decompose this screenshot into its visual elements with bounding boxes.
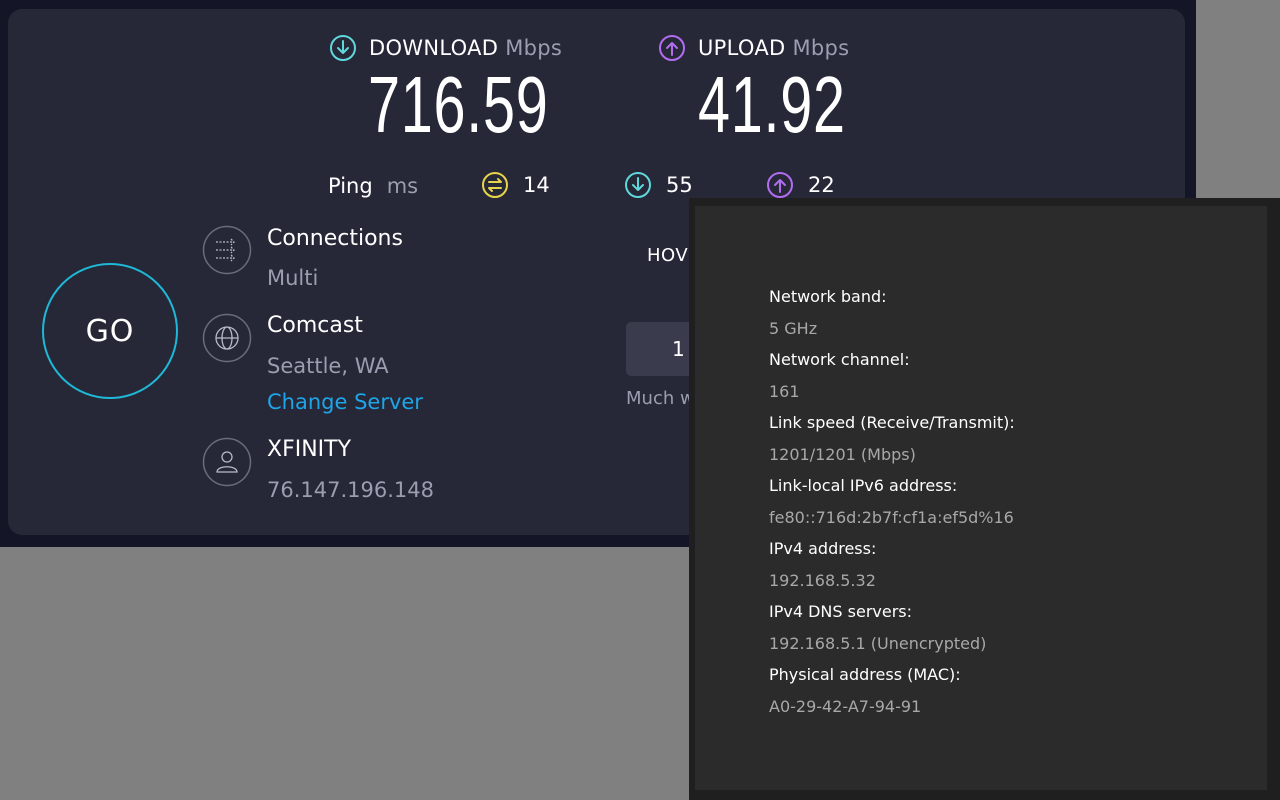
network-properties-list: Network band: 5 GHz Network channel: 161 Lin…	[769, 286, 1015, 727]
network-property-value[interactable]: fe80::716d:2b7f:cf1a:ef5d%16	[769, 507, 1015, 539]
server-location: Seattle, WA	[267, 354, 389, 378]
upload-arrow-icon	[659, 35, 685, 61]
ping-idle: 14	[481, 171, 550, 199]
network-property-value[interactable]: A0-29-42-A7-94-91	[769, 696, 1015, 728]
ping-download: 55	[624, 171, 693, 199]
host-name: XFINITY	[267, 437, 352, 462]
network-property-value[interactable]: 1201/1201 (Mbps)	[769, 444, 1015, 476]
upload-header: UPLOAD Mbps	[658, 33, 849, 63]
ping-download-value: 55	[666, 173, 693, 197]
network-property-value[interactable]: 161	[769, 381, 1015, 413]
upload-latency-icon	[767, 172, 793, 198]
network-property-label: IPv4 DNS servers:	[769, 602, 913, 621]
network-property-label: Physical address (MAC):	[769, 665, 961, 684]
ping-row: Ping ms	[328, 170, 418, 202]
isp-name: Comcast	[267, 313, 363, 338]
download-header: DOWNLOAD Mbps	[329, 33, 562, 63]
ping-label: Ping	[328, 174, 373, 198]
connections-value[interactable]: Multi	[267, 266, 318, 290]
network-property-value[interactable]: 192.168.5.1 (Unencrypted)	[769, 633, 1015, 665]
survey-hint: Much w	[626, 388, 695, 409]
change-server-link[interactable]: Change Server	[267, 390, 423, 414]
network-property-label: Link-local IPv6 address:	[769, 476, 958, 495]
go-button-label: GO	[85, 313, 135, 349]
network-properties-window: Network band: 5 GHz Network channel: 161 Lin…	[689, 198, 1280, 800]
ping-upload: 22	[766, 171, 835, 199]
ping-upload-value: 22	[808, 173, 835, 197]
user-icon	[202, 437, 252, 487]
download-latency-icon	[625, 172, 651, 198]
upload-unit: Mbps	[792, 36, 850, 60]
download-arrow-icon	[330, 35, 356, 61]
upload-value: 41.92	[698, 60, 846, 149]
survey-rating-value: 1	[672, 337, 685, 361]
network-property-label: Link speed (Receive/Transmit):	[769, 413, 1015, 432]
download-label: DOWNLOAD	[369, 36, 499, 60]
download-value: 716.59	[368, 60, 549, 149]
network-property-label: Network band:	[769, 287, 887, 306]
ping-unit: ms	[386, 174, 419, 198]
ping-idle-value: 14	[523, 173, 550, 197]
download-unit: Mbps	[505, 36, 563, 60]
idle-latency-icon	[482, 172, 508, 198]
host-ip: 76.147.196.148	[267, 478, 434, 502]
network-property-value[interactable]: 192.168.5.32	[769, 570, 1015, 602]
survey-question: HOV	[647, 245, 689, 266]
go-button[interactable]: GO	[42, 263, 178, 399]
network-property-label: IPv4 address:	[769, 539, 877, 558]
upload-label: UPLOAD	[698, 36, 786, 60]
connections-icon	[202, 225, 252, 275]
connections-title: Connections	[267, 226, 403, 251]
network-property-value[interactable]: 5 GHz	[769, 318, 1015, 350]
network-property-label: Network channel:	[769, 350, 910, 369]
globe-icon	[202, 313, 252, 363]
network-properties-panel: Network band: 5 GHz Network channel: 161 Lin…	[695, 206, 1267, 790]
